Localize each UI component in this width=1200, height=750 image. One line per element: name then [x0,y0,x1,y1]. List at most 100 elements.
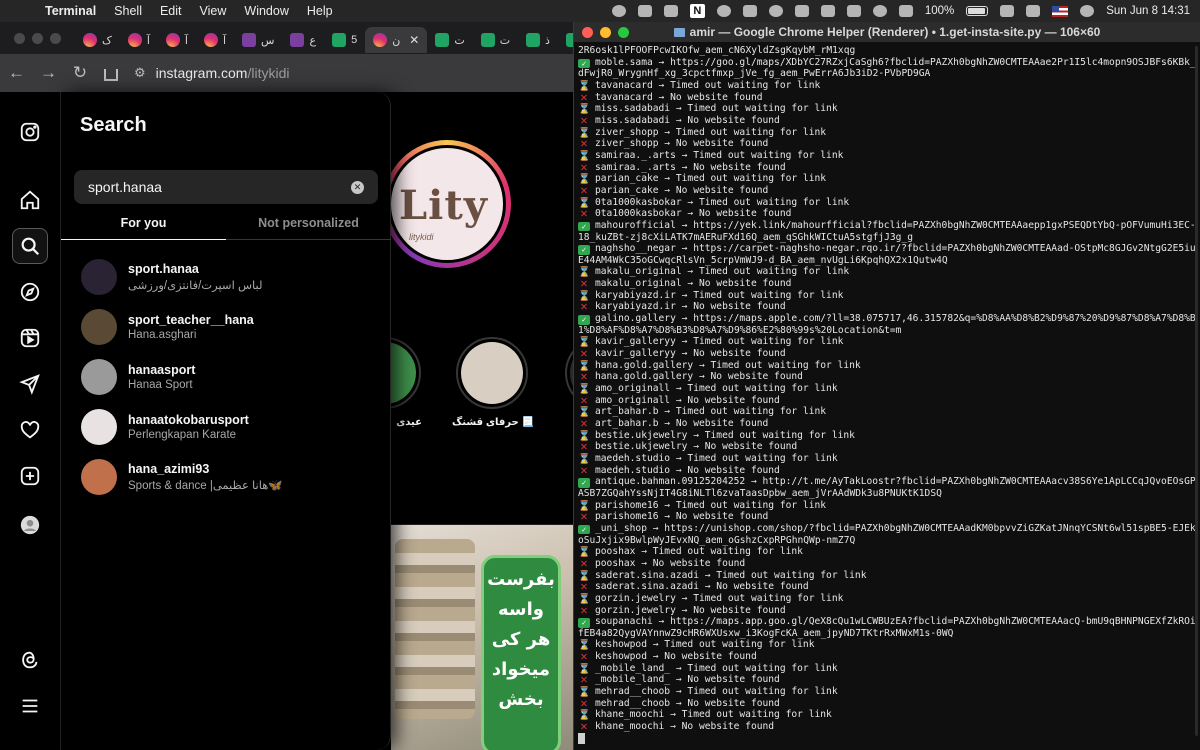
browser-tab[interactable]: 5 [324,27,365,53]
search-result-row[interactable]: hana_azimi93 Sports & dance |هانا عظیمی🦋 [61,452,391,502]
sheets-favicon-icon [480,33,495,47]
browser-tab[interactable]: ن ✕ [365,27,428,53]
chrome-tabstrip: کآآآسع5ن✕تتذs [0,22,575,54]
terminal-line-text: ziver_shopp → No website found [595,138,769,150]
browser-tab[interactable]: آ [120,27,158,53]
screen-icon[interactable] [663,5,678,17]
zoom-window-button[interactable] [50,32,61,44]
instagram-logo-icon[interactable] [12,114,48,150]
terminal-line: ⌛ miss.sadabadi → Timed out waiting for l… [578,103,1196,115]
battery-icon[interactable] [966,6,989,16]
search-results-list: sport.hanaa لباس اسپرت/فانتزی/ورزشی sport_… [61,252,391,502]
tab-title: 5 [351,34,358,46]
story-highlight-1[interactable] [391,337,421,409]
profile-avatar-icon[interactable] [12,507,48,543]
browser-tab[interactable]: ت [427,27,472,53]
menu-app-terminal[interactable]: Terminal [36,4,105,18]
threads-icon[interactable] [12,642,48,678]
menu-window[interactable]: Window [235,4,297,18]
bluetooth-icon[interactable] [898,5,913,17]
search-result-row[interactable]: hanaatokobarusport Perlengkapan Karate [61,402,391,452]
contrast-icon[interactable] [768,5,783,17]
error-cross-icon: ✕ [580,276,588,291]
result-username: hana_azimi93 [128,462,210,476]
terminal-line: ✕ _mobile_land_ → No website found [578,674,1196,686]
us-flag-input-icon[interactable] [1052,5,1069,17]
shield-icon[interactable] [820,5,835,17]
menu-help[interactable]: Help [298,4,342,18]
home-icon[interactable] [12,182,48,218]
more-menu-icon[interactable] [12,688,48,724]
tab-title: آ [146,34,150,47]
search-input[interactable] [88,179,351,195]
browser-tab[interactable]: ت [473,27,518,53]
search-box[interactable]: ✕ [74,170,378,204]
home-icon[interactable] [104,69,118,81]
profile-picture[interactable]: Lity litykidi [391,140,511,268]
cloud-icon[interactable] [794,5,809,17]
terminal-line: ⌛ ziver_shopp → Timed out waiting for lin… [578,127,1196,139]
control-center-icon[interactable] [1026,5,1041,17]
reels-icon[interactable] [12,320,48,356]
search-icon[interactable] [12,228,48,264]
clear-search-icon[interactable]: ✕ [351,180,364,194]
terminal-line-text: ziver_shopp → Timed out waiting for link [595,126,827,138]
close-window-button[interactable] [14,32,25,44]
close-tab-icon[interactable]: ✕ [409,33,419,47]
story-highlight-2[interactable] [456,337,528,409]
reload-icon[interactable]: ↻ [72,63,88,83]
notion-icon[interactable]: N [689,4,705,18]
browser-tab[interactable]: ذ [518,27,558,53]
result-display-name: Sports & dance |هانا عظیمی🦋 [128,480,283,492]
terminal-line: ✕ maedeh.studio → No website found [578,464,1196,477]
browser-tab[interactable]: ک [75,27,120,53]
menu-shell[interactable]: Shell [105,4,151,18]
search-tabs: For you Not personalized [61,210,391,240]
result-username: hanaatokobarusport [128,413,249,427]
menu-view[interactable]: View [191,4,236,18]
terminal-line: ✕ khane_moochi → No website found [578,720,1196,733]
terminal-line: ✕ ziver_shopp → No website found [578,138,1196,150]
terminal-line-text: parishome16 → No website found [595,511,769,523]
menu-edit[interactable]: Edit [151,4,191,18]
user-status-icon[interactable] [611,5,626,17]
terminal-scrollbar[interactable] [1195,46,1198,736]
terminal-line-text: amo_originall → Timed out waiting for li… [595,383,838,395]
creative-cloud-icon[interactable] [637,5,652,17]
vpn-icon[interactable] [716,5,731,17]
address-bar[interactable]: ⚙ instagram.com/litykidi [134,65,289,81]
terminal-line-text: samiraa._.arts → No website found [595,161,786,173]
search-result-row[interactable]: sport_teacher__hana Hana.asghari [61,302,391,352]
notifications-heart-icon[interactable] [12,412,48,448]
search-result-row[interactable]: sport.hanaa لباس اسپرت/فانتزی/ورزشی [61,252,391,302]
store-favicon-icon [242,33,257,47]
browser-tab[interactable]: ع [282,27,324,53]
error-cross-icon: ✕ [580,136,588,151]
tab-not-personalized[interactable]: Not personalized [226,210,391,239]
focus-moon-icon[interactable] [872,5,887,17]
site-settings-icon[interactable]: ⚙ [134,65,146,81]
terminal-line-text: mehrad__choob → Timed out waiting for li… [595,686,838,698]
wifi-icon[interactable] [1000,5,1015,17]
tab-for-you[interactable]: For you [61,210,226,240]
back-arrow-icon[interactable]: ← [8,63,25,83]
siri-icon[interactable] [1080,5,1095,17]
forward-arrow-icon[interactable]: → [40,63,57,83]
headphones-icon[interactable] [846,5,861,17]
success-check-icon: ✓ [578,221,590,232]
browser-tab[interactable]: آ [196,27,234,53]
instagram-nav-rail [0,92,61,750]
create-plus-icon[interactable] [12,458,48,494]
monitor-icon[interactable] [742,5,757,17]
post-thumbnail[interactable]: بفرست واسه هر کی میخواد بخش [391,524,575,750]
terminal-output[interactable]: 2R6osk1lPFOOFPcwIKOfw_aem_cN6XyldZsgKqyb… [574,42,1200,748]
browser-tab[interactable]: آ [158,27,196,53]
terminal-line-text: tavanacard → No website found [595,91,763,103]
browser-tab[interactable]: س [234,27,282,53]
menubar-clock[interactable]: Sun Jun 8 14:31 [1106,5,1190,17]
messages-paper-plane-icon[interactable] [12,366,48,402]
search-result-row[interactable]: hanaasport Hanaa Sport [61,352,391,402]
explore-compass-icon[interactable] [12,274,48,310]
profile-main-area: Lity litykidi عیدی حرفای قشنگ 📃 بفرست وا… [391,92,575,750]
minimize-window-button[interactable] [32,32,43,44]
